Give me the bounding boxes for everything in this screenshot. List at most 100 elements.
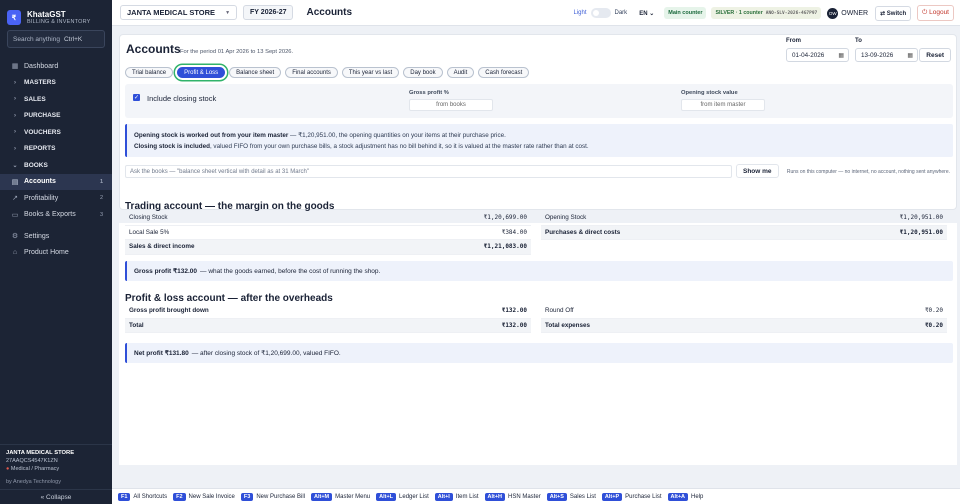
sidebar-footer: JANTA MEDICAL STORE 27AAQCS4547K1ZN ● Me… (0, 444, 112, 504)
stock-note: Opening stock is worked out from your it… (125, 124, 953, 157)
table-row: Opening Stock ₹1,20,951.00 (541, 211, 947, 226)
sidebar-count: 2 (99, 195, 103, 202)
sidebar-group-books[interactable]: ⌄ BOOKS (0, 157, 112, 174)
shortcut-all[interactable]: F1 All Shortcuts (118, 492, 167, 501)
table-row: Closing Stock ₹1,20,699.00 (125, 211, 531, 226)
app-name: KhataGST (27, 10, 66, 19)
table-row-total: Sales & direct income ₹1,21,083.00 (125, 240, 531, 255)
table-row: Local Sale 5% ₹384.00 (125, 226, 531, 240)
user-role: OWNER (841, 9, 869, 17)
switch-button[interactable]: ⇄ Switch (875, 5, 912, 21)
tab-final-accounts[interactable]: Final accounts (285, 67, 338, 78)
avatar: OW (827, 7, 839, 19)
from-date-input[interactable]: 01-04-2026 ▦ (786, 48, 849, 62)
calendar-icon[interactable]: ▦ (838, 52, 844, 59)
sidebar-item-accounts[interactable]: ▤ Accounts 1 (0, 173, 112, 190)
trading-credit-column: Opening Stock ₹1,20,951.00 Purchases & di… (541, 211, 947, 240)
ask-books-input[interactable]: Ask the books — "balance sheet vertical … (125, 165, 732, 178)
sidebar-item-settings[interactable]: ⚙ Settings (0, 228, 112, 245)
tab-balance-sheet[interactable]: Balance sheet (229, 67, 282, 78)
table-row-total: Total ₹132.00 (125, 318, 531, 333)
app-logo-icon: ₹ (7, 10, 21, 25)
include-closing-checkbox[interactable]: ✓ (133, 94, 140, 101)
shortcut-ledger-list[interactable]: Alt+L Ledger List (376, 492, 429, 501)
tab-year-vs-last[interactable]: This year vs last (341, 67, 400, 78)
shortcut-item-list[interactable]: Alt+I Item List (434, 492, 479, 501)
counter-badge: Main counter (664, 7, 707, 19)
shortcut-hsn-master[interactable]: Alt+H HSN Master (484, 492, 541, 501)
accounts-controls-card: Accounts For the period 01 Apr 2026 to 1… (119, 34, 957, 210)
pill-icon: ● (6, 466, 10, 472)
tab-trial-balance[interactable]: Trial balance (125, 67, 174, 78)
tab-audit[interactable]: Audit (446, 67, 475, 78)
sidebar-group-vouchers[interactable]: › VOUCHERS (0, 124, 112, 141)
note-line-1: Opening stock is worked out from your it… (134, 132, 506, 139)
topbar-right: Light Dark EN ⌄ Main counter SILVER · 1 … (573, 0, 954, 26)
search-placeholder: Search anything (13, 35, 60, 43)
opening-stock-label: Opening stock value (681, 90, 738, 96)
theme-toggle[interactable]: Light Dark (573, 8, 627, 18)
shortcut-help[interactable]: Alt+A Help (667, 492, 703, 501)
sidebar-group-masters[interactable]: › MASTERS (0, 75, 112, 92)
search-input[interactable]: Search anything Ctrl+K (7, 30, 105, 48)
logout-button[interactable]: ⏻ Logout (917, 5, 954, 21)
file-icon: ▭ (11, 211, 19, 219)
shortcut-new-sale[interactable]: F2 New Sale Invoice (173, 492, 235, 501)
tab-day-book[interactable]: Day book (403, 67, 443, 78)
brand[interactable]: ₹ KhataGST BILLING & INVENTORY (0, 0, 112, 28)
table-row-total: Total expenses ₹0.20 (541, 318, 947, 333)
shop-name: JANTA MEDICAL STORE (6, 450, 75, 456)
user-menu[interactable]: OW OWNER (827, 7, 869, 19)
sidebar-group-sales[interactable]: › SALES (0, 91, 112, 108)
privacy-note: Runs on this computer — no internet, no … (786, 169, 950, 175)
topbar: JANTA MEDICAL STORE ▼ FY 2026-27 Account… (112, 0, 960, 26)
opening-stock-input[interactable]: from item master (681, 99, 765, 111)
calendar-icon[interactable]: ▦ (907, 52, 913, 59)
store-name: JANTA MEDICAL STORE (127, 8, 216, 17)
language-selector[interactable]: EN ⌄ (639, 10, 654, 17)
sidebar-item-product-home[interactable]: ⌂ Product Home (0, 245, 112, 262)
tab-profit-loss[interactable]: Profit & Loss (177, 67, 226, 78)
reset-button[interactable]: Reset (919, 48, 951, 62)
chevron-down-icon: ⌄ (12, 162, 18, 169)
sidebar-item-dashboard[interactable]: ▦ Dashboard (0, 58, 112, 75)
sidebar-group-reports[interactable]: › REPORTS (0, 141, 112, 158)
gross-profit-label: Gross profit % (409, 90, 449, 96)
shortcut-new-purchase[interactable]: F3 New Purchase Bill (240, 492, 305, 501)
include-closing-label[interactable]: Include closing stock (147, 94, 216, 103)
show-me-button[interactable]: Show me (736, 164, 779, 178)
power-icon: ⏻ (922, 9, 928, 16)
collapse-button[interactable]: « Collapse (0, 490, 112, 504)
sidebar: ₹ KhataGST BILLING & INVENTORY Search an… (0, 0, 112, 504)
pnl-debit-column: Gross profit brought down ₹132.00 Total ₹1… (125, 304, 531, 333)
sidebar-group-purchase[interactable]: › PURCHASE (0, 108, 112, 125)
from-label: From (786, 38, 801, 44)
sidebar-item-books-exports[interactable]: ▭ Books & Exports 3 (0, 207, 112, 224)
sidebar-item-profitability[interactable]: ↗ Profitability 2 (0, 190, 112, 207)
gross-profit-input[interactable]: from books (409, 99, 493, 111)
app-subtitle: BILLING & INVENTORY (27, 19, 91, 25)
theme-light-label: Light (573, 10, 587, 16)
fy-selector[interactable]: FY 2026-27 (243, 5, 294, 20)
table-row: Round Off ₹0.20 (541, 304, 947, 319)
report-tabs: Trial balance Profit & Loss Balance shee… (125, 67, 533, 78)
store-selector[interactable]: JANTA MEDICAL STORE ▼ (120, 5, 238, 20)
to-date-input[interactable]: 13-09-2026 ▦ (855, 48, 918, 62)
grid-icon: ▦ (11, 63, 19, 71)
shortcut-sales-list[interactable]: Alt+S Sales List (546, 492, 596, 501)
gear-icon: ⚙ (11, 233, 19, 241)
tab-cash-forecast[interactable]: Cash forecast (478, 67, 530, 78)
page-title: Accounts (306, 7, 353, 18)
chevron-right-icon: › (14, 145, 16, 152)
accounts-statements: Trading account — the margin on the good… (119, 201, 957, 465)
shortcut-purchase-list[interactable]: Alt+P Purchase List (601, 492, 662, 501)
options-row: ✓ Include closing stock Gross profit % f… (125, 84, 953, 118)
shortcut-master-menu[interactable]: Alt+M Master Menu (311, 492, 370, 501)
pnl-credit-column: Round Off ₹0.20 Total expenses ₹0.20 (541, 304, 947, 333)
to-label: To (855, 38, 862, 44)
note-line-2: Closing stock is included, valued FIFO f… (134, 143, 589, 150)
toggle-switch[interactable] (590, 8, 611, 18)
table-row: Gross profit brought down ₹132.00 (125, 304, 531, 319)
shortcut-bar: F1 All Shortcuts F2 New Sale Invoice F3 New… (112, 488, 960, 504)
shop-info: JANTA MEDICAL STORE 27AAQCS4547K1ZN ● Me… (0, 444, 112, 472)
